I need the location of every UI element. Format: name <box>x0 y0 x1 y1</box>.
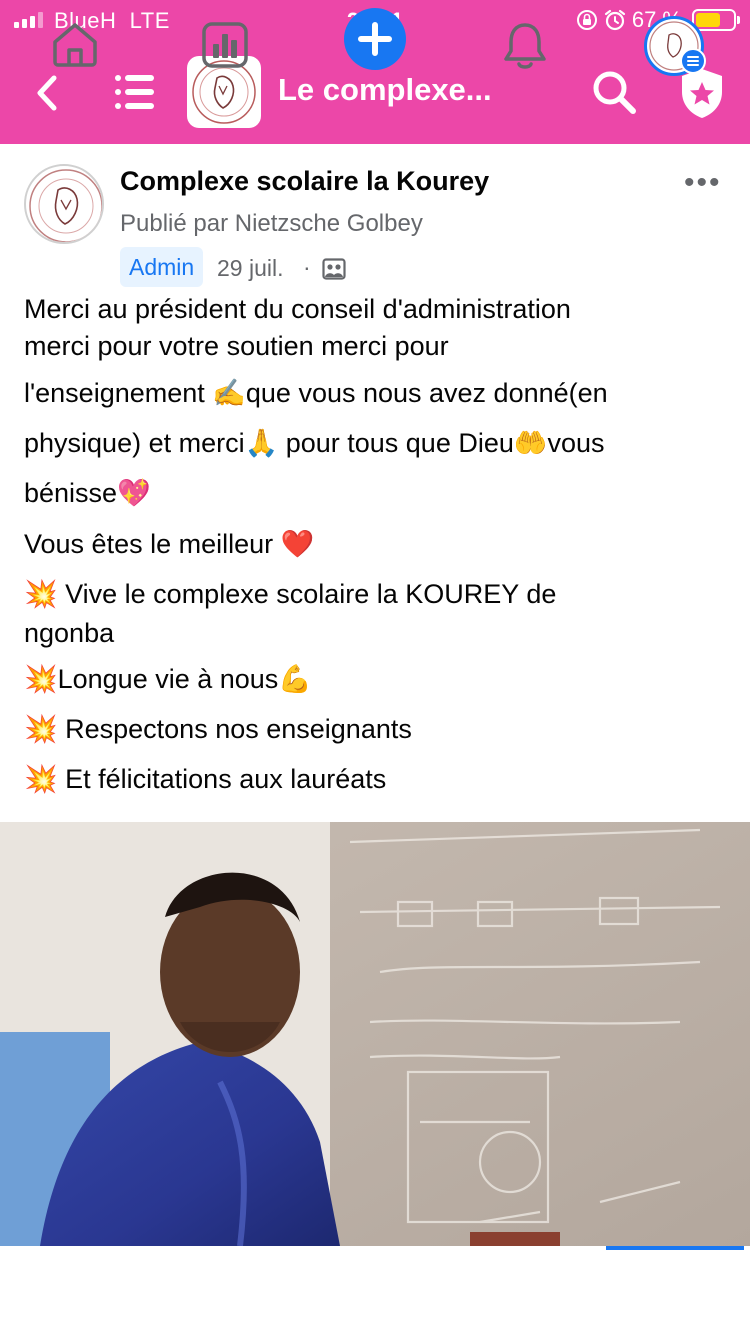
post-line: 💥Longue vie à nous💪 <box>24 664 312 694</box>
post-line: merci pour votre soutien merci pour <box>24 331 449 361</box>
more-options-icon[interactable]: ••• <box>684 166 722 200</box>
post-line: Merci au président du conseil d'administ… <box>24 294 571 324</box>
post-line: 💥 Et félicitations aux lauréats <box>24 764 387 794</box>
search-icon[interactable] <box>590 68 638 116</box>
post-line: 💥 Vive le complexe scolaire la KOUREY de <box>24 579 557 609</box>
audience-icon[interactable] <box>322 258 346 280</box>
post-line: physique) et merci🙏 pour tous que Dieu🤲v… <box>24 428 605 458</box>
post-date[interactable]: 29 juil. <box>217 255 283 282</box>
posted-by-label[interactable]: Publié par Nietzsche Golbey <box>120 210 423 238</box>
orientation-lock-icon <box>576 10 597 30</box>
page-name[interactable]: Complexe scolaire la Kourey <box>120 166 489 197</box>
home-icon[interactable] <box>50 20 100 68</box>
alarm-icon <box>604 9 625 31</box>
post-line: Vous êtes le meilleur ❤️ <box>24 529 315 559</box>
post-line: bénisse💖 <box>24 478 151 508</box>
bottom-navigation <box>0 1246 750 1334</box>
post-line: ngonba <box>24 618 115 648</box>
profile-menu-icon[interactable] <box>680 48 706 74</box>
header-title: Le complexe... <box>278 72 492 107</box>
meta-separator: · <box>303 254 311 280</box>
create-icon[interactable] <box>344 8 406 70</box>
post-line: l'enseignement ✍️que vous nous avez donn… <box>24 378 608 408</box>
insights-icon[interactable] <box>200 20 250 70</box>
back-icon[interactable] <box>30 70 64 116</box>
admin-badge: Admin <box>120 247 204 287</box>
page-avatar[interactable] <box>24 164 104 244</box>
notifications-icon[interactable] <box>500 20 550 72</box>
active-tab-indicator <box>606 1246 744 1250</box>
post-photo[interactable] <box>0 822 750 1246</box>
menu-icon[interactable] <box>114 72 156 112</box>
post-line: 💥 Respectons nos enseignants <box>24 714 412 744</box>
